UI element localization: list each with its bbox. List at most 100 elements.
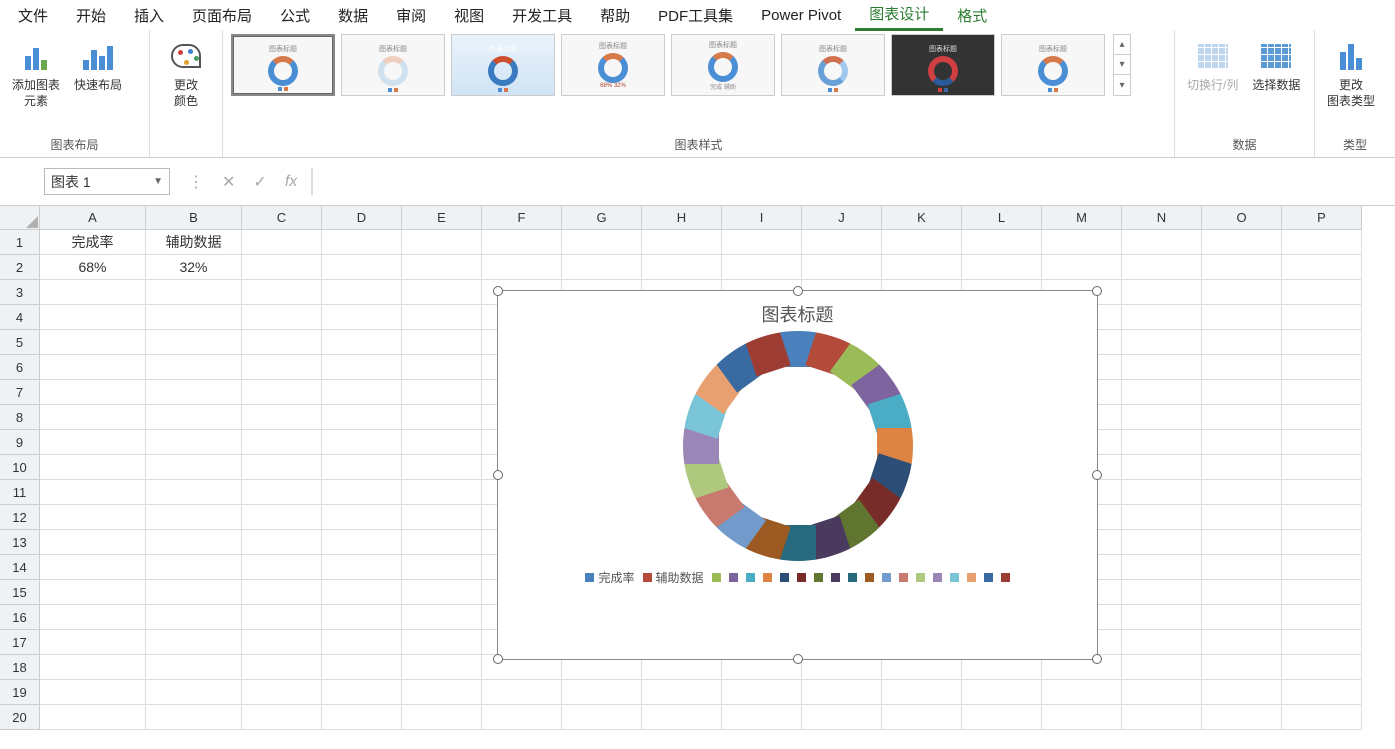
cell-C10[interactable] — [242, 455, 322, 480]
cell-P13[interactable] — [1282, 530, 1362, 555]
cell-P7[interactable] — [1282, 380, 1362, 405]
cell-N10[interactable] — [1122, 455, 1202, 480]
legend-item[interactable] — [746, 569, 755, 586]
cell-N2[interactable] — [1122, 255, 1202, 280]
cell-O16[interactable] — [1202, 605, 1282, 630]
resize-handle-w[interactable] — [493, 470, 503, 480]
cell-C1[interactable] — [242, 230, 322, 255]
cell-D10[interactable] — [322, 455, 402, 480]
legend-item[interactable] — [797, 569, 806, 586]
chart-legend[interactable]: 完成率辅助数据 — [498, 561, 1097, 594]
col-header-F[interactable]: F — [482, 206, 562, 230]
cell-D3[interactable] — [322, 280, 402, 305]
chart-style-2[interactable]: 图表标题 — [341, 34, 445, 96]
cell-F2[interactable] — [482, 255, 562, 280]
cell-N16[interactable] — [1122, 605, 1202, 630]
cell-I20[interactable] — [722, 705, 802, 730]
cell-B3[interactable] — [146, 280, 242, 305]
chart-style-5[interactable]: 图表标题完成 辅助 — [671, 34, 775, 96]
cell-P19[interactable] — [1282, 680, 1362, 705]
col-header-H[interactable]: H — [642, 206, 722, 230]
cell-A11[interactable] — [40, 480, 146, 505]
legend-item[interactable] — [865, 569, 874, 586]
cell-M20[interactable] — [1042, 705, 1122, 730]
name-box-dropdown-icon[interactable]: ▼ — [153, 176, 163, 187]
cell-N3[interactable] — [1122, 280, 1202, 305]
cell-M19[interactable] — [1042, 680, 1122, 705]
cell-B4[interactable] — [146, 305, 242, 330]
cell-E1[interactable] — [402, 230, 482, 255]
cell-E5[interactable] — [402, 330, 482, 355]
col-header-C[interactable]: C — [242, 206, 322, 230]
row-header-14[interactable]: 14 — [0, 555, 40, 580]
cell-O14[interactable] — [1202, 555, 1282, 580]
cell-P14[interactable] — [1282, 555, 1362, 580]
chart-style-1[interactable]: 图表标题 — [231, 34, 335, 96]
cell-E7[interactable] — [402, 380, 482, 405]
cell-A9[interactable] — [40, 430, 146, 455]
cell-B5[interactable] — [146, 330, 242, 355]
cell-E19[interactable] — [402, 680, 482, 705]
cell-B12[interactable] — [146, 505, 242, 530]
cell-C9[interactable] — [242, 430, 322, 455]
cell-B8[interactable] — [146, 405, 242, 430]
cell-O11[interactable] — [1202, 480, 1282, 505]
cell-G20[interactable] — [562, 705, 642, 730]
cell-B14[interactable] — [146, 555, 242, 580]
row-header-5[interactable]: 5 — [0, 330, 40, 355]
row-header-7[interactable]: 7 — [0, 380, 40, 405]
row-header-18[interactable]: 18 — [0, 655, 40, 680]
legend-item[interactable] — [933, 569, 942, 586]
cell-A6[interactable] — [40, 355, 146, 380]
col-header-L[interactable]: L — [962, 206, 1042, 230]
legend-item[interactable] — [814, 569, 823, 586]
cell-L2[interactable] — [962, 255, 1042, 280]
cell-N19[interactable] — [1122, 680, 1202, 705]
resize-handle-ne[interactable] — [1092, 286, 1102, 296]
cell-P9[interactable] — [1282, 430, 1362, 455]
cell-P11[interactable] — [1282, 480, 1362, 505]
col-header-G[interactable]: G — [562, 206, 642, 230]
cell-B18[interactable] — [146, 655, 242, 680]
col-header-E[interactable]: E — [402, 206, 482, 230]
cell-A15[interactable] — [40, 580, 146, 605]
gallery-expand[interactable]: ▾ — [1114, 75, 1130, 95]
cell-E18[interactable] — [402, 655, 482, 680]
cell-E9[interactable] — [402, 430, 482, 455]
row-header-13[interactable]: 13 — [0, 530, 40, 555]
cell-B6[interactable] — [146, 355, 242, 380]
cell-C3[interactable] — [242, 280, 322, 305]
menu-item-3[interactable]: 页面布局 — [178, 1, 266, 30]
cell-E12[interactable] — [402, 505, 482, 530]
cell-B19[interactable] — [146, 680, 242, 705]
cell-N7[interactable] — [1122, 380, 1202, 405]
chart-style-4[interactable]: 图表标题68% 32% — [561, 34, 665, 96]
cell-N6[interactable] — [1122, 355, 1202, 380]
menu-item-0[interactable]: 文件 — [4, 1, 62, 30]
row-header-17[interactable]: 17 — [0, 630, 40, 655]
cell-N20[interactable] — [1122, 705, 1202, 730]
cell-A5[interactable] — [40, 330, 146, 355]
row-header-4[interactable]: 4 — [0, 305, 40, 330]
menu-item-7[interactable]: 视图 — [440, 1, 498, 30]
cell-H19[interactable] — [642, 680, 722, 705]
row-header-9[interactable]: 9 — [0, 430, 40, 455]
cell-P16[interactable] — [1282, 605, 1362, 630]
cell-O17[interactable] — [1202, 630, 1282, 655]
cell-N8[interactable] — [1122, 405, 1202, 430]
cell-G1[interactable] — [562, 230, 642, 255]
cell-K20[interactable] — [882, 705, 962, 730]
cell-A14[interactable] — [40, 555, 146, 580]
cell-P5[interactable] — [1282, 330, 1362, 355]
cell-H1[interactable] — [642, 230, 722, 255]
cell-B7[interactable] — [146, 380, 242, 405]
cell-K19[interactable] — [882, 680, 962, 705]
col-header-J[interactable]: J — [802, 206, 882, 230]
cell-B11[interactable] — [146, 480, 242, 505]
cell-E13[interactable] — [402, 530, 482, 555]
col-header-D[interactable]: D — [322, 206, 402, 230]
cell-E2[interactable] — [402, 255, 482, 280]
row-header-16[interactable]: 16 — [0, 605, 40, 630]
cell-D20[interactable] — [322, 705, 402, 730]
col-header-P[interactable]: P — [1282, 206, 1362, 230]
